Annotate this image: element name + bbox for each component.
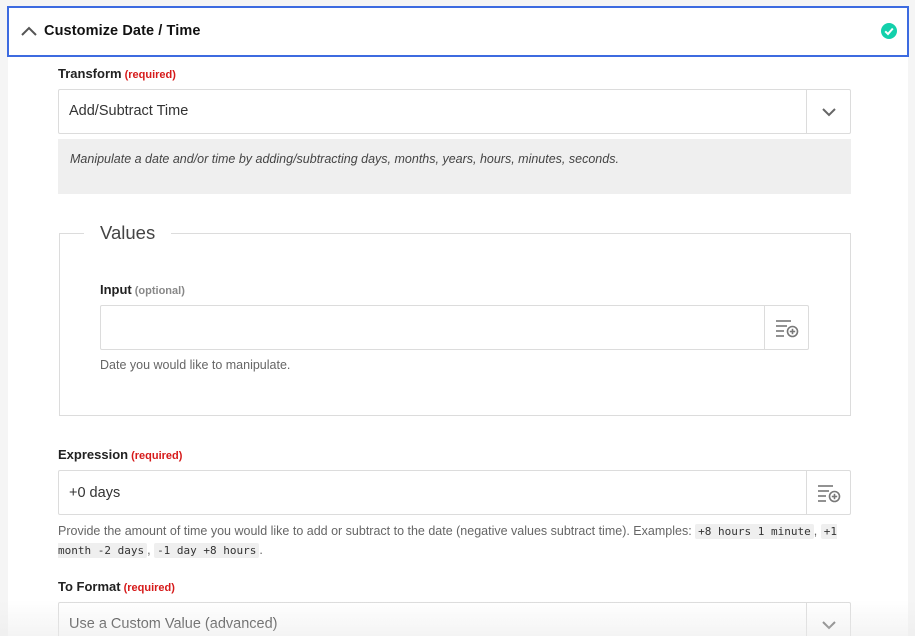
example-code: -1 day +8 hours (154, 543, 260, 558)
chevron-down-icon (822, 621, 836, 630)
expression-field-value: +0 days (69, 485, 121, 501)
expression-insert-data-button[interactable] (806, 471, 850, 514)
required-badge: (required) (123, 582, 175, 594)
expression-field[interactable]: +0 days (58, 470, 851, 515)
section-title: Customize Date / Time (44, 23, 201, 39)
expression-help-sentence: Provide the amount of time you would lik… (58, 524, 692, 538)
check-circle-icon (881, 23, 897, 39)
input-insert-data-button[interactable] (764, 306, 808, 349)
example-code: +8 hours 1 minute (695, 524, 814, 539)
to-format-select-value: Use a Custom Value (advanced) (69, 616, 278, 632)
separator: , (147, 543, 151, 557)
transform-dropdown-button[interactable] (806, 90, 850, 133)
optional-badge: (optional) (134, 285, 185, 297)
insert-data-icon (818, 485, 841, 503)
chevron-up-icon[interactable] (20, 24, 38, 38)
insert-data-icon (776, 320, 799, 338)
required-badge: (required) (131, 450, 183, 462)
transform-description: Manipulate a date and/or time by adding/… (58, 139, 851, 194)
separator: , (813, 524, 818, 538)
input-field[interactable] (100, 305, 809, 350)
transform-description-text: Manipulate a date and/or time by adding/… (70, 152, 619, 166)
expression-help-text: Provide the amount of time you would lik… (58, 522, 858, 560)
input-label: Input (optional) (100, 282, 185, 297)
page: Customize Date / Time Transform (required… (0, 0, 915, 636)
to-format-dropdown-button[interactable] (806, 603, 850, 636)
to-format-label: To Format (required) (58, 579, 175, 594)
transform-label: Transform (required) (58, 66, 176, 81)
transform-select[interactable]: Add/Subtract Time (58, 89, 851, 134)
transform-select-value: Add/Subtract Time (69, 103, 189, 119)
expression-label: Expression (required) (58, 447, 182, 462)
values-legend: Values (84, 222, 172, 244)
input-help-text: Date you would like to manipulate. (100, 358, 291, 372)
chevron-down-icon (822, 108, 836, 117)
expression-label-text: Expression (58, 447, 129, 462)
input-label-text: Input (100, 282, 132, 297)
required-badge: (required) (124, 69, 176, 81)
to-format-select[interactable]: Use a Custom Value (advanced) (58, 602, 851, 636)
to-format-label-text: To Format (58, 579, 121, 594)
section-header[interactable]: Customize Date / Time (7, 6, 909, 57)
separator: . (259, 543, 263, 557)
transform-label-text: Transform (58, 66, 122, 81)
